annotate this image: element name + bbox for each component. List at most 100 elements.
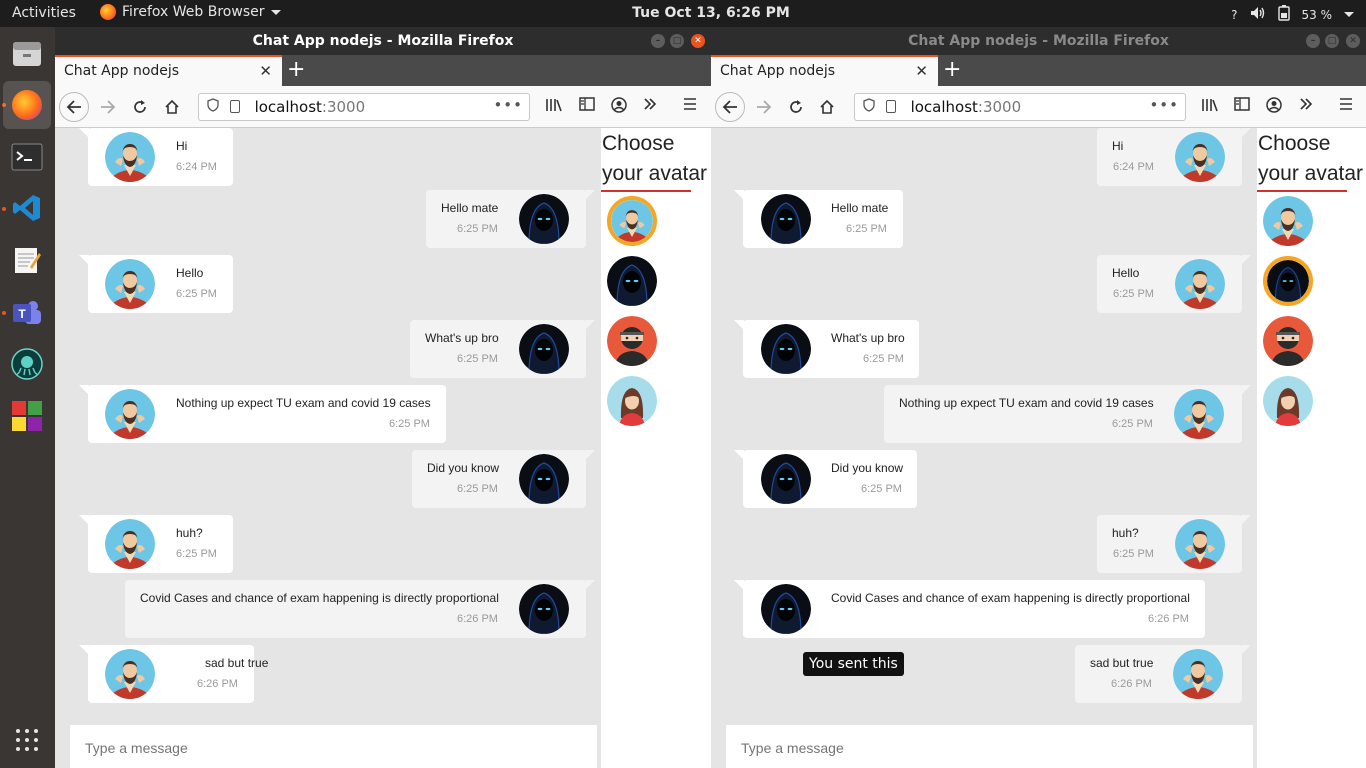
avatar-option-woman[interactable]	[1263, 376, 1313, 426]
window-titlebar[interactable]: Chat App nodejs - Mozilla Firefox – □ ✕	[55, 27, 711, 55]
bearded-man-avatar	[1175, 259, 1225, 309]
avatar-option-ninja[interactable]	[607, 316, 657, 366]
firefox-window-left: Chat App nodejs - Mozilla Firefox – □ ✕ …	[55, 27, 711, 768]
message-received: Hello 6:25 PM	[79, 255, 233, 313]
close-tab-icon[interactable]: ✕	[915, 62, 928, 80]
back-button[interactable]	[59, 92, 89, 122]
message-sent: Did you know 6:25 PM	[412, 450, 595, 508]
message-time: 6:25 PM	[846, 223, 887, 235]
vscode-icon[interactable]	[8, 189, 46, 227]
volume-icon[interactable]	[1250, 6, 1266, 23]
back-button[interactable]	[715, 92, 745, 122]
help-icon[interactable]: ?	[1231, 8, 1237, 22]
svg-text:T: T	[18, 307, 26, 321]
maximize-button[interactable]: □	[1325, 34, 1339, 48]
navigation-toolbar: localhost:3000 •••	[55, 86, 711, 128]
avatar-sidebar: Choose your avatar	[1257, 128, 1366, 768]
library-icon[interactable]	[545, 97, 563, 117]
system-menu-chevron-icon[interactable]	[1344, 12, 1354, 17]
battery-level: 53 %	[1301, 7, 1333, 22]
page-actions-icon[interactable]: •••	[493, 96, 523, 114]
sidebar-toggle-icon[interactable]	[1234, 97, 1250, 115]
avatar-heading-line-2: your avatar	[602, 162, 708, 185]
terminal-icon[interactable]	[8, 138, 46, 176]
message-text: Hi	[176, 139, 188, 153]
window-titlebar[interactable]: Chat App nodejs - Mozilla Firefox – □ ✕	[711, 27, 1366, 55]
shield-icon[interactable]	[863, 98, 880, 116]
account-icon[interactable]	[1266, 97, 1282, 117]
minimize-button[interactable]: –	[651, 34, 665, 48]
chat-messages: Hi 6:24 PM Hello mate 6:25 PM Hello 6:25…	[711, 128, 1257, 768]
bearded-man-avatar	[105, 132, 155, 182]
hamburger-menu-icon[interactable]	[683, 97, 697, 115]
teams-icon[interactable]: T	[8, 294, 46, 332]
account-icon[interactable]	[611, 97, 627, 117]
reload-button[interactable]	[781, 92, 811, 122]
close-tab-icon[interactable]: ✕	[259, 62, 272, 80]
firefox-window-right: Chat App nodejs - Mozilla Firefox – □ ✕ …	[711, 27, 1366, 768]
home-button[interactable]	[157, 92, 187, 122]
page-info-icon[interactable]	[229, 100, 240, 113]
avatar-option-bearded-man[interactable]	[1263, 196, 1313, 246]
system-tray[interactable]: ? 53 %	[1231, 5, 1354, 24]
message-time: 6:26 PM	[1111, 678, 1152, 690]
tab-chat-app[interactable]: Chat App nodejs ✕	[711, 55, 938, 86]
message-text: Did you know	[831, 461, 904, 475]
page-actions-icon[interactable]: •••	[1149, 96, 1179, 114]
url-bar[interactable]: localhost:3000 •••	[854, 93, 1186, 121]
show-applications-icon[interactable]	[8, 721, 46, 759]
url-bar[interactable]: localhost:3000 •••	[198, 93, 530, 121]
sidebar-toggle-icon[interactable]	[579, 97, 595, 115]
overflow-chevron-icon[interactable]	[1299, 97, 1313, 115]
clock[interactable]: Tue Oct 13, 6:26 PM	[0, 5, 1366, 21]
avatar-option-ninja[interactable]	[1263, 316, 1313, 366]
text-editor-icon[interactable]	[8, 241, 46, 279]
url-port: :3000	[321, 98, 366, 116]
avatar-option-woman[interactable]	[607, 376, 657, 426]
close-window-button[interactable]: ✕	[691, 34, 705, 48]
hooded-avatar	[519, 454, 569, 504]
hamburger-menu-icon[interactable]	[1339, 97, 1353, 115]
avatar-option-bearded-man[interactable]	[607, 196, 657, 246]
navigation-toolbar: localhost:3000 •••	[711, 86, 1366, 128]
bearded-man-avatar	[1174, 389, 1224, 439]
message-sent: Hello 6:25 PM	[1097, 255, 1251, 313]
new-tab-button[interactable]: +	[287, 57, 305, 82]
message-time: 6:25 PM	[457, 353, 498, 365]
heading-underline	[601, 190, 691, 192]
home-button[interactable]	[812, 92, 842, 122]
message-text: What's up bro	[425, 331, 499, 345]
close-window-button[interactable]: ✕	[1346, 34, 1360, 48]
hooded-avatar	[761, 324, 811, 374]
message-time: 6:25 PM	[389, 418, 430, 430]
tab-chat-app[interactable]: Chat App nodejs ✕	[55, 55, 282, 86]
shield-icon[interactable]	[207, 98, 224, 116]
forward-button[interactable]	[749, 92, 779, 122]
avatar-heading-line-1: Choose	[602, 132, 675, 155]
system-top-bar: Activities Firefox Web Browser Tue Oct 1…	[0, 0, 1366, 27]
message-sent: Hello mate 6:25 PM	[426, 190, 595, 248]
reload-button[interactable]	[125, 92, 155, 122]
message-text: sad but true	[205, 656, 269, 670]
file-manager-icon[interactable]	[8, 35, 46, 73]
message-sent: Hi 6:24 PM	[1097, 128, 1251, 186]
page-info-icon[interactable]	[885, 100, 896, 113]
maximize-button[interactable]: □	[670, 34, 684, 48]
message-input[interactable]	[70, 725, 597, 768]
url-port: :3000	[977, 98, 1022, 116]
battery-icon[interactable]	[1277, 5, 1290, 24]
minimize-button[interactable]: –	[1306, 34, 1320, 48]
color-blocks-app-icon[interactable]	[8, 397, 46, 435]
new-tab-button[interactable]: +	[943, 57, 961, 82]
bearded-man-avatar	[1175, 132, 1225, 182]
overflow-chevron-icon[interactable]	[643, 97, 657, 115]
window-title: Chat App nodejs - Mozilla Firefox	[252, 33, 514, 49]
avatar-heading-line-2: your avatar	[1258, 162, 1364, 185]
gitkraken-icon[interactable]	[8, 345, 46, 383]
library-icon[interactable]	[1201, 97, 1219, 117]
message-input[interactable]	[726, 725, 1253, 768]
forward-button[interactable]	[93, 92, 123, 122]
avatar-option-hooded[interactable]	[1263, 256, 1313, 306]
avatar-option-hooded[interactable]	[607, 256, 657, 306]
firefox-dock-icon[interactable]	[3, 81, 51, 129]
